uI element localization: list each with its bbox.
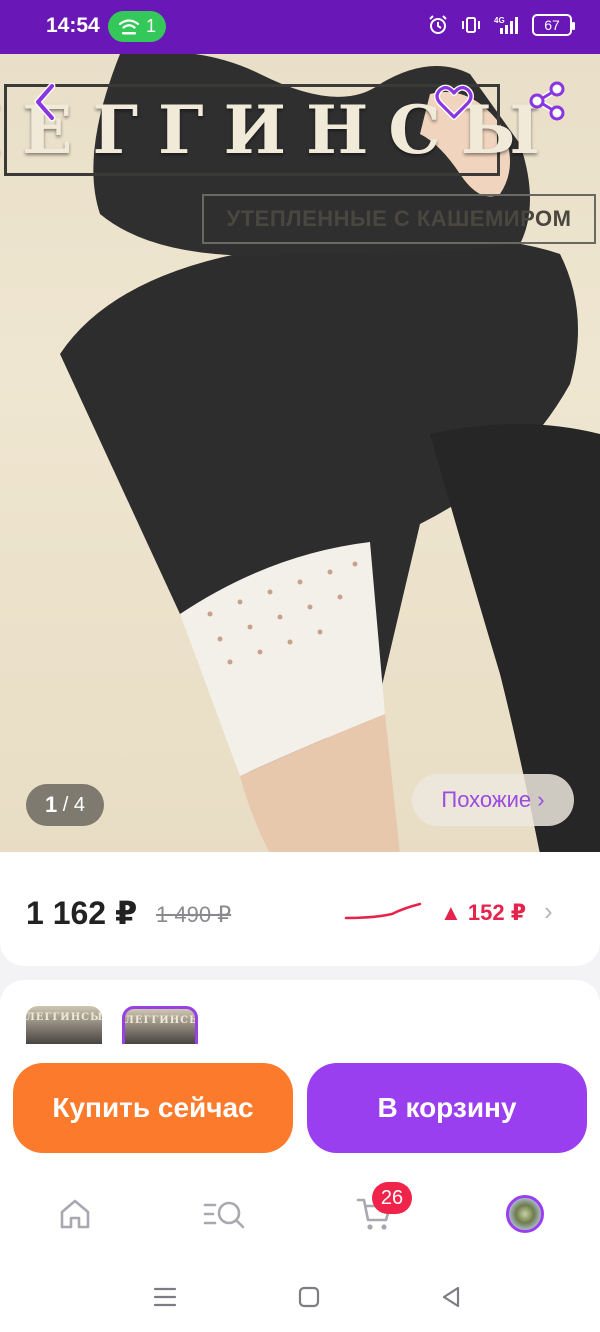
price-card[interactable]: 1 162 ₽ 1 490 ₽ ▲ 152 ₽ › [0,852,600,966]
cart-count-badge: 26 [372,1182,412,1214]
product-image[interactable]: ЛЕГГИНСЫ УТЕПЛЕННЫЕ С КАШЕМИРОМ 1 / 4 По… [0,54,600,854]
vibrate-icon [462,17,480,33]
tab-profile[interactable] [503,1192,547,1236]
add-to-cart-button[interactable]: В корзину [307,1063,587,1153]
wifi-hotspot-icon [118,18,140,34]
hotspot-count: 1 [145,16,156,36]
status-icons: 4G 67 [428,14,575,36]
image-counter-total: / 4 [62,793,86,816]
action-bar: Купить сейчас В корзину [0,1044,600,1168]
home-icon [60,1199,90,1229]
status-time: 14:54 [46,14,100,37]
old-price: 1 490 ₽ [156,902,232,927]
alarm-icon [429,15,447,34]
chevron-left-icon [34,82,56,122]
price-change: ▲ 152 ₽ [440,900,527,925]
image-counter-current: 1 [44,792,58,817]
battery-level: 67 [544,17,560,33]
share-button[interactable] [526,80,568,122]
thumbnail-label: ЛЕГГИНСЫ [26,1012,102,1023]
signal-4g-icon: 4G [494,16,518,34]
share-icon [529,81,565,121]
hero-subtitle: УТЕПЛЕННЫЕ С КАШЕМИРОМ [226,206,572,231]
heart-icon [434,84,474,120]
menu-icon[interactable] [152,1284,178,1310]
current-price: 1 162 ₽ [26,895,138,931]
tab-home[interactable] [53,1192,97,1236]
image-counter: 1 / 4 [26,784,104,826]
battery-indicator: 67 [532,14,575,36]
thumbnail-label: ЛЕГГИНСЫ [125,1015,198,1026]
back-triangle-icon[interactable] [438,1284,464,1310]
hotspot-indicator: 1 [108,11,166,42]
similar-button[interactable]: Похожие › [412,774,574,826]
hero-title-frame: ЛЕГГИНСЫ [0,84,540,176]
profile-avatar [506,1195,544,1233]
hero-subtitle-frame: УТЕПЛЕННЫЕ С КАШЕМИРОМ [202,194,596,244]
price-history-graph [344,902,422,920]
buy-now-button[interactable]: Купить сейчас [13,1063,293,1153]
favorite-button[interactable] [434,82,474,122]
hero-title: ЛЕГГИНСЫ [0,91,561,169]
chevron-right-icon[interactable]: › [544,896,553,927]
back-button[interactable] [26,80,66,124]
home-square-icon[interactable] [296,1284,322,1310]
status-bar: 14:54 1 4G 67 [0,0,600,54]
tab-catalog[interactable] [203,1192,247,1236]
catalog-search-icon [203,1201,245,1229]
system-navigation [0,1260,600,1332]
bottom-tab-bar: 26 [0,1168,600,1260]
svg-text:4G: 4G [494,16,505,25]
